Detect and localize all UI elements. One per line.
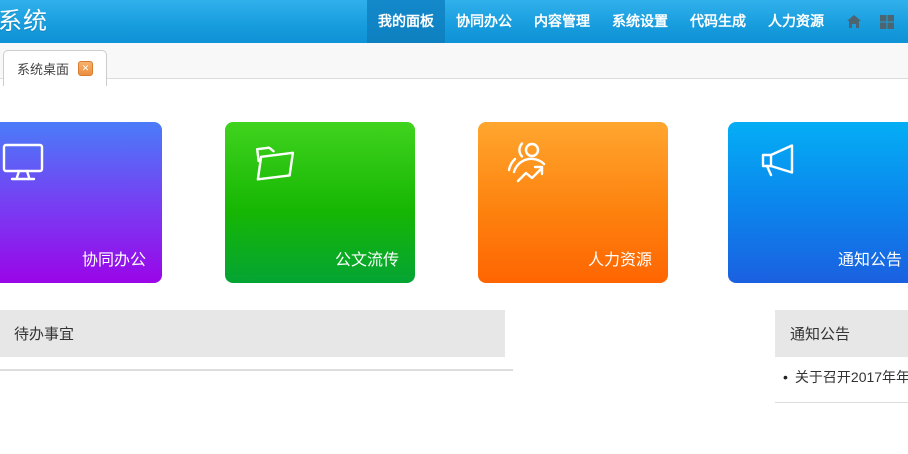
monitor-icon	[0, 139, 47, 187]
top-header: 系统 我的面板 协同办公 内容管理 系统设置 代码生成 人力资源	[0, 0, 908, 43]
folder-icon	[252, 139, 300, 187]
nav-item-code-gen[interactable]: 代码生成	[679, 0, 757, 43]
nav-item-hr[interactable]: 人力资源	[757, 0, 835, 43]
tile-human-resources[interactable]: 人力资源	[478, 122, 668, 283]
header-icon-group	[835, 0, 908, 43]
tile-collab-office[interactable]: 协同办公	[0, 122, 162, 283]
tile-label: 协同办公	[82, 246, 146, 270]
tab-strip	[0, 43, 908, 79]
main-nav: 我的面板 协同办公 内容管理 系统设置 代码生成 人力资源	[367, 0, 835, 43]
tab-close-icon[interactable]: ✕	[78, 61, 93, 76]
todo-divider	[0, 369, 513, 371]
tile-notices[interactable]: 通知公告	[728, 122, 908, 283]
megaphone-icon	[755, 139, 803, 187]
notice-panel-header: 通知公告	[775, 310, 908, 357]
tab-system-desktop[interactable]: 系统桌面 ✕	[3, 50, 107, 86]
todo-panel-header: 待办事宜	[0, 310, 505, 357]
notice-panel-title: 通知公告	[790, 323, 850, 344]
nav-item-collab-office[interactable]: 协同办公	[445, 0, 523, 43]
tile-label: 人力资源	[588, 246, 652, 270]
tile-document-flow[interactable]: 公文流传	[225, 122, 415, 283]
tab-label: 系统桌面	[17, 59, 69, 78]
nav-item-my-dashboard[interactable]: 我的面板	[367, 0, 445, 43]
home-icon[interactable]	[845, 13, 863, 31]
tile-label: 通知公告	[838, 246, 902, 270]
person-run-icon	[505, 139, 553, 187]
tile-label: 公文流传	[335, 246, 399, 270]
notice-item-text: 关于召开2017年年	[795, 367, 908, 387]
notice-divider	[775, 402, 908, 403]
bullet-icon: •	[783, 369, 788, 385]
nav-item-content-mgmt[interactable]: 内容管理	[523, 0, 601, 43]
app-logo: 系统	[0, 0, 48, 43]
grid-icon[interactable]	[878, 13, 896, 31]
todo-panel-title: 待办事宜	[14, 323, 74, 344]
notice-list-item[interactable]: • 关于召开2017年年	[775, 366, 908, 388]
nav-item-system-settings[interactable]: 系统设置	[601, 0, 679, 43]
